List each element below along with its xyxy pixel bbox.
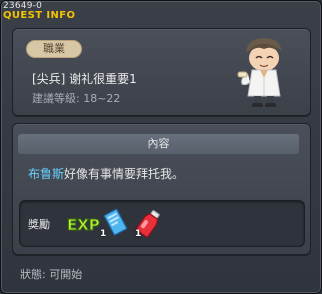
- quest-description: 布鲁斯好像有事情要拜托我。: [28, 165, 184, 182]
- recommended-level: 建議等級: 18~22: [32, 92, 121, 105]
- quest-name: [尖兵] 谢礼很重要1: [32, 72, 137, 86]
- npc-portrait-icon: [237, 38, 282, 107]
- npc-name[interactable]: 布鲁斯: [28, 167, 64, 181]
- exp-icon-text: EXP: [67, 216, 100, 234]
- quest-status: 狀態: 可開始: [20, 268, 83, 281]
- reward-label: 獎勵: [28, 218, 50, 231]
- item-count: 1: [100, 229, 107, 239]
- blue-scroll-icon[interactable]: [103, 208, 129, 238]
- category-tag: 職業: [26, 40, 82, 58]
- description-text: 好像有事情要拜托我。: [64, 167, 185, 181]
- exp-icon: EXP: [67, 216, 101, 235]
- content-section-header: 內容: [18, 134, 299, 154]
- item-count: 1: [135, 229, 142, 239]
- window-title: QUEST INFO: [3, 10, 76, 21]
